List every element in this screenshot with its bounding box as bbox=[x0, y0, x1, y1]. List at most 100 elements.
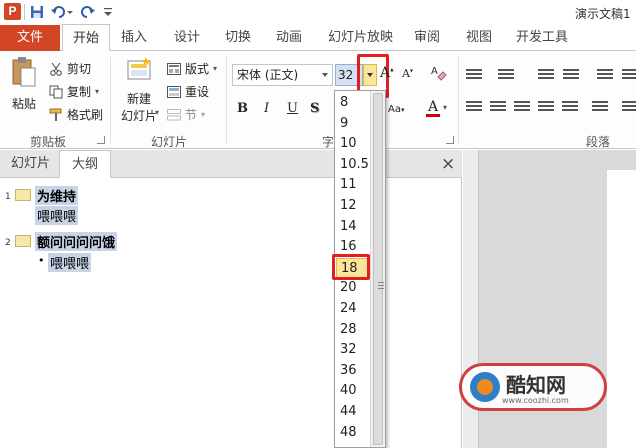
redo-icon[interactable] bbox=[80, 3, 96, 20]
line-spacing-icon[interactable] bbox=[597, 69, 613, 81]
slides-outline-panel: 幻灯片 大纲 × 1 为维持 喂喂喂 2 额问问问问饿 • 喂喂喂 bbox=[0, 150, 462, 448]
qat-separator bbox=[24, 4, 25, 20]
tab-slide-show[interactable]: 幻灯片放映 bbox=[328, 24, 393, 51]
powerpoint-app-icon[interactable]: P bbox=[4, 3, 21, 20]
numbering-icon[interactable] bbox=[498, 69, 514, 81]
tab-developer[interactable]: 开发工具 bbox=[516, 24, 568, 51]
layout-icon bbox=[167, 62, 181, 75]
outline-slide-title[interactable]: 为维持 bbox=[35, 186, 79, 205]
increase-font-size-button[interactable]: A▴ bbox=[380, 65, 394, 81]
tab-home[interactable]: 开始 bbox=[62, 24, 111, 52]
tab-design[interactable]: 设计 bbox=[174, 24, 200, 51]
slide-thumbnail-icon[interactable] bbox=[15, 189, 31, 201]
tab-outline[interactable]: 大纲 bbox=[59, 150, 112, 178]
font-size-option[interactable]: 20 bbox=[336, 278, 370, 299]
customize-qat-icon[interactable] bbox=[102, 3, 114, 20]
slide-thumbnail-icon[interactable] bbox=[15, 235, 31, 247]
cut-button[interactable]: 剪切 bbox=[49, 60, 91, 77]
svg-text:A: A bbox=[431, 66, 438, 77]
font-size-option[interactable]: 24 bbox=[336, 299, 370, 320]
decrease-font-size-button[interactable]: A▾ bbox=[402, 67, 413, 80]
font-launcher-icon[interactable] bbox=[446, 136, 454, 144]
font-size-option[interactable]: 12 bbox=[336, 196, 370, 217]
format-painter-button[interactable]: 格式刷 bbox=[49, 106, 103, 123]
watermark: 酷知网 www.coozhi.com bbox=[459, 363, 607, 411]
bold-button[interactable]: B bbox=[237, 101, 248, 116]
increase-font-size-label: A bbox=[380, 65, 391, 81]
tab-insert[interactable]: 插入 bbox=[121, 24, 147, 51]
close-icon[interactable]: × bbox=[441, 156, 455, 173]
reset-button[interactable]: 重设 bbox=[167, 83, 209, 100]
layout-dropdown-icon: ▾ bbox=[213, 64, 218, 73]
underline-button[interactable]: U bbox=[287, 101, 298, 116]
slide-canvas[interactable] bbox=[607, 170, 636, 448]
columns-icon[interactable] bbox=[592, 101, 608, 113]
font-size-option[interactable]: 11 bbox=[336, 175, 370, 196]
reset-label: 重设 bbox=[185, 85, 210, 99]
undo-icon[interactable] bbox=[50, 3, 74, 20]
font-size-option[interactable]: 32 bbox=[336, 340, 370, 361]
tab-animations[interactable]: 动画 bbox=[276, 24, 302, 51]
tab-transitions[interactable]: 切换 bbox=[225, 24, 251, 51]
tab-slides[interactable]: 幻灯片 bbox=[11, 150, 50, 178]
copy-dropdown-icon[interactable]: ▾ bbox=[95, 87, 99, 96]
copy-button[interactable]: 复制 ▾ bbox=[49, 83, 99, 100]
clear-formatting-button[interactable]: A bbox=[430, 63, 448, 84]
shadow-button[interactable]: S bbox=[310, 101, 319, 116]
watermark-url: www.coozhi.com bbox=[502, 396, 569, 405]
layout-button[interactable]: 版式 ▾ bbox=[167, 60, 217, 77]
align-right-icon[interactable] bbox=[514, 101, 530, 113]
decrease-indent-icon[interactable] bbox=[538, 69, 554, 81]
font-size-option[interactable]: 48 bbox=[336, 423, 370, 444]
clipboard-group-label: 剪贴板 bbox=[30, 135, 67, 149]
font-size-option[interactable]: 36 bbox=[336, 361, 370, 382]
ribbon: 粘贴 剪切 复制 ▾ 格式刷 剪贴板 新建 幻灯片 ▾ 版式 ▾ 重设 节 ▾ … bbox=[0, 51, 636, 149]
text-direction-icon[interactable] bbox=[622, 69, 636, 81]
paste-button[interactable]: 粘贴 bbox=[8, 56, 40, 112]
font-size-option[interactable]: 28 bbox=[336, 320, 370, 341]
outline-slide-title[interactable]: 额问问问问饿 bbox=[35, 232, 118, 251]
new-slide-dropdown-icon[interactable]: ▾ bbox=[155, 108, 159, 117]
change-case-dropdown-icon: ▾ bbox=[400, 106, 405, 114]
font-size-option[interactable]: 14 bbox=[336, 217, 370, 238]
group-separator bbox=[226, 57, 227, 143]
align-left-icon[interactable] bbox=[466, 101, 482, 113]
align-text-icon[interactable] bbox=[622, 101, 636, 113]
distributed-icon[interactable] bbox=[562, 101, 578, 113]
font-size-option[interactable]: 9 bbox=[336, 114, 370, 135]
font-group-label: 字 bbox=[322, 135, 335, 149]
font-size-option[interactable]: 8 bbox=[336, 93, 370, 114]
section-dropdown-icon: ▾ bbox=[201, 110, 206, 119]
font-size-option[interactable]: 10 bbox=[336, 134, 370, 155]
font-size-option[interactable]: 10.5 bbox=[336, 155, 370, 176]
align-center-icon[interactable] bbox=[490, 101, 506, 113]
tab-review[interactable]: 审阅 bbox=[414, 24, 440, 51]
italic-button[interactable]: I bbox=[264, 101, 269, 116]
copy-icon bbox=[49, 85, 63, 98]
reset-icon bbox=[167, 85, 181, 98]
font-size-option[interactable]: 40 bbox=[336, 381, 370, 402]
justify-icon[interactable] bbox=[538, 101, 554, 113]
font-name-combobox[interactable]: 宋体 (正文) bbox=[232, 64, 333, 86]
tab-file[interactable]: 文件 bbox=[0, 25, 60, 51]
highlight-annotation-box bbox=[332, 254, 370, 280]
bullets-icon[interactable] bbox=[466, 69, 482, 81]
clipboard-launcher-icon[interactable] bbox=[97, 136, 105, 144]
tab-view[interactable]: 视图 bbox=[466, 24, 492, 51]
ribbon-tab-row: 文件 开始 插入 设计 切换 动画 幻灯片放映 审阅 视图 开发工具 bbox=[0, 24, 636, 52]
font-size-option[interactable]: 44 bbox=[336, 402, 370, 423]
scrollbar-thumb[interactable] bbox=[373, 93, 384, 445]
increase-indent-icon[interactable] bbox=[563, 69, 579, 81]
group-separator bbox=[458, 57, 459, 143]
new-slide-label-1: 新建 bbox=[126, 92, 151, 106]
font-name-dropdown-icon[interactable] bbox=[322, 73, 328, 77]
font-color-dropdown-icon[interactable]: ▾ bbox=[443, 103, 447, 112]
outline-body-text[interactable]: 喂喂喂 bbox=[35, 206, 79, 225]
change-case-button[interactable]: Aa▾ bbox=[388, 104, 404, 115]
font-color-button[interactable]: A bbox=[426, 99, 440, 117]
save-icon[interactable] bbox=[29, 3, 45, 20]
section-button[interactable]: 节 ▾ bbox=[167, 106, 205, 123]
outline-body-text[interactable]: 喂喂喂 bbox=[48, 253, 92, 272]
bullet-icon: • bbox=[38, 254, 45, 267]
dropdown-scrollbar[interactable] bbox=[370, 91, 385, 447]
